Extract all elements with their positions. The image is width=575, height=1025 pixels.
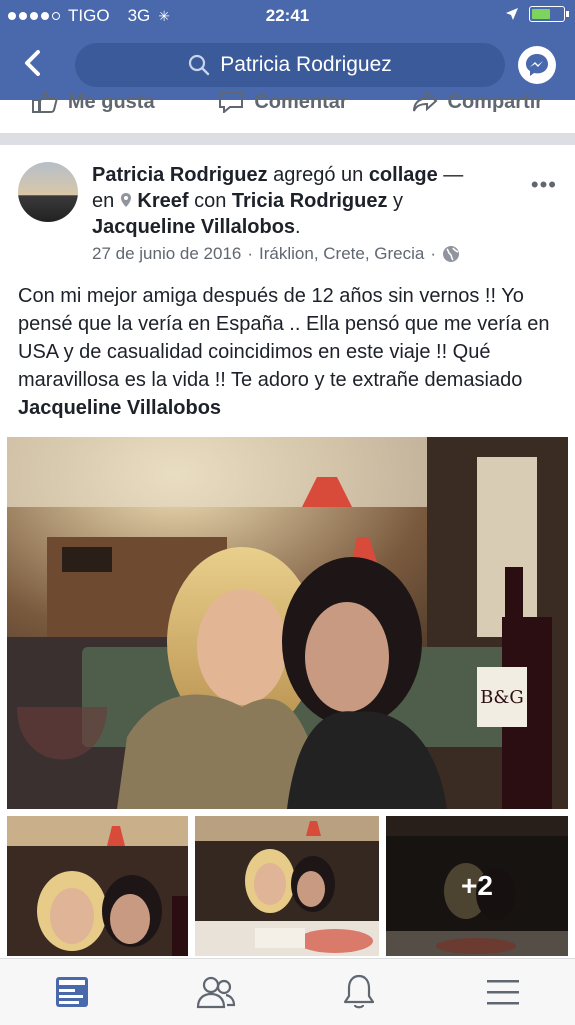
tab-menu[interactable] [483, 972, 523, 1012]
collage-photo-thumb[interactable] [195, 816, 379, 956]
meta-separator: · [430, 244, 437, 263]
comment-label: Comentar [254, 90, 348, 113]
search-query: Patricia Rodriguez [220, 53, 392, 76]
tab-notifications[interactable] [339, 972, 379, 1012]
share-label: Compartir [447, 90, 544, 113]
like-icon [31, 91, 58, 113]
more-photos-count: +2 [461, 870, 493, 901]
more-options-button[interactable]: ••• [531, 172, 557, 198]
clock: 22:41 [265, 6, 310, 25]
collage-link[interactable]: collage [369, 164, 438, 186]
search-input[interactable]: Patricia Rodriguez [75, 43, 505, 87]
messenger-button[interactable] [518, 46, 556, 84]
comment-button[interactable]: Comentar [218, 90, 348, 114]
messenger-icon [526, 54, 548, 76]
tagged-friend-link[interactable]: Jacqueline Villalobos [18, 397, 221, 419]
friend-link[interactable]: Jacqueline Villalobos [92, 216, 295, 238]
share-icon [412, 91, 438, 112]
status-bar: TIGO 3G ✳ 22:41 [0, 0, 575, 32]
headline-in: en [92, 190, 115, 212]
headline-dash: — [443, 164, 464, 186]
menu-icon [487, 980, 520, 1005]
location-pin-icon [120, 193, 131, 207]
comment-icon [219, 92, 244, 113]
post-date[interactable]: 27 de junio de 2016 [92, 244, 241, 264]
author-link[interactable]: Patricia Rodriguez [92, 164, 268, 186]
like-label: Me gusta [67, 90, 155, 113]
headline-period: . [295, 216, 301, 238]
restaurant-photo: B&G [7, 437, 568, 809]
headline-with: con [194, 190, 227, 212]
share-button[interactable]: Compartir [412, 90, 544, 114]
tab-friends[interactable] [196, 972, 236, 1012]
post-meta: 27 de junio de 2016 · Iráklion, Crete, G… [92, 244, 460, 264]
friend-link[interactable]: Tricia Rodriguez [232, 190, 388, 212]
post-body: Con mi mejor amiga después de 12 años si… [18, 285, 550, 391]
post-actions-bar: Me gusta Comentar Compartir [0, 90, 575, 122]
collage-photo-thumb-more[interactable]: +2 [386, 816, 568, 956]
collage-thumbnail-image [195, 816, 379, 956]
bottle-label: B&G [480, 687, 524, 708]
battery-icon [529, 6, 569, 22]
collage-photo-main[interactable]: B&G [7, 437, 568, 809]
bottom-tab-bar [0, 958, 575, 1025]
place-link[interactable]: Kreef [137, 190, 188, 212]
headline-text: agregó un [273, 164, 364, 186]
more-icon: ••• [530, 172, 557, 197]
post-text: Con mi mejor amiga después de 12 años si… [18, 282, 558, 422]
section-divider [0, 133, 575, 145]
post-location[interactable]: Iráklion, Crete, Grecia [259, 244, 424, 264]
location-arrow-icon [506, 8, 518, 20]
headline-and: y [393, 190, 404, 212]
collage-photo-thumb[interactable] [7, 816, 188, 956]
like-button[interactable]: Me gusta [31, 90, 155, 114]
friends-icon [196, 976, 235, 1009]
collage-thumbnail-image [7, 816, 188, 956]
news-feed-icon [55, 977, 88, 1007]
notifications-icon [344, 974, 375, 1009]
back-icon[interactable] [18, 46, 48, 80]
avatar[interactable] [18, 162, 78, 222]
tab-news-feed[interactable] [52, 972, 92, 1012]
meta-separator: · [247, 244, 254, 263]
globe-icon [443, 246, 460, 262]
search-icon [189, 54, 210, 76]
post-headline: Patricia Rodriguez agregó un collage — e… [92, 162, 512, 240]
